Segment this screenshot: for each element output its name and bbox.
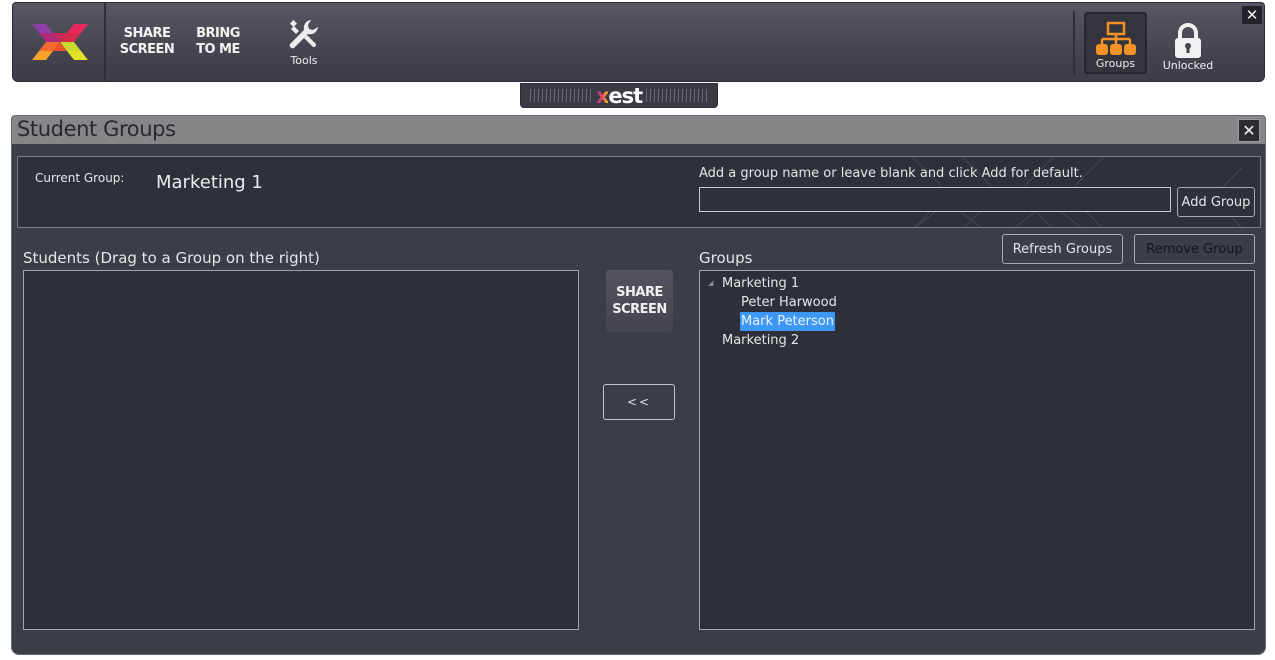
xest-brand-logo: xest xyxy=(595,83,643,108)
remove-group-button[interactable]: Remove Group xyxy=(1134,234,1255,264)
main-toolbar: SHARE SCREEN BRING TO ME Tools Groups Un… xyxy=(12,2,1265,82)
groups-tree[interactable]: ◢ Marketing 1 Peter Harwood Mark Peterso… xyxy=(699,270,1255,630)
share-screen-to-group-button[interactable]: SHARE SCREEN xyxy=(606,270,673,332)
tree-group-label[interactable]: Marketing 1 xyxy=(721,274,800,293)
share-screen-line1: SHARE xyxy=(123,26,171,41)
toolbar-close-button[interactable]: ✕ xyxy=(1242,6,1262,24)
share-screen-button[interactable]: SHARE SCREEN xyxy=(119,3,175,81)
refresh-groups-button[interactable]: Refresh Groups xyxy=(1002,234,1123,264)
unlocked-button[interactable]: Unlocked xyxy=(1156,12,1220,74)
xest-brand-text: est xyxy=(608,83,643,108)
dialog-title: Student Groups xyxy=(17,117,176,141)
add-group-hint: Add a group name or leave blank and clic… xyxy=(699,166,1083,181)
current-group-label: Current Group: xyxy=(35,171,125,185)
tree-member-label[interactable]: Peter Harwood xyxy=(740,293,838,312)
current-group-value: Marketing 1 xyxy=(156,172,263,193)
students-list[interactable] xyxy=(23,270,579,630)
groups-button[interactable]: Groups xyxy=(1084,12,1147,74)
grill-right xyxy=(646,89,709,102)
tools-label: Tools xyxy=(290,53,318,67)
tree-member[interactable]: Peter Harwood xyxy=(700,293,1254,312)
share-screen-line1: SHARE xyxy=(616,285,663,300)
dialog-close-button[interactable]: ✕ xyxy=(1238,119,1260,142)
add-group-panel: Current Group: Marketing 1 Add a group n… xyxy=(17,156,1261,228)
tree-group[interactable]: Marketing 2 xyxy=(700,331,1254,350)
tree-member-selected[interactable]: Mark Peterson xyxy=(700,312,1254,331)
share-screen-line2: SCREEN xyxy=(119,42,175,57)
bring-to-me-line1: BRING xyxy=(196,26,240,41)
add-group-button[interactable]: Add Group xyxy=(1177,187,1255,217)
xest-brand-x: x xyxy=(595,83,610,108)
xest-handle-tab[interactable]: xest xyxy=(520,83,718,108)
share-screen-label: SHARE SCREEN xyxy=(120,26,175,58)
tools-button[interactable]: Tools xyxy=(279,3,329,81)
tree-member-label[interactable]: Mark Peterson xyxy=(740,312,835,331)
students-label: Students (Drag to a Group on the right) xyxy=(23,249,320,267)
group-name-input[interactable] xyxy=(699,187,1171,212)
toolbar-divider xyxy=(1073,11,1075,75)
groups-label: Groups xyxy=(1095,57,1136,70)
wrench-screwdriver-icon xyxy=(289,19,318,48)
share-screen-line2: SCREEN xyxy=(612,302,667,317)
expand-collapse-icon[interactable]: ◢ xyxy=(708,274,713,293)
logo-cell xyxy=(13,3,106,81)
org-chart-icon xyxy=(1095,21,1136,55)
bring-to-me-button[interactable]: BRING TO ME xyxy=(193,3,243,81)
tree-group-label[interactable]: Marketing 2 xyxy=(721,331,800,350)
unlocked-label: Unlocked xyxy=(1162,59,1214,72)
bring-to-me-label: BRING TO ME xyxy=(196,26,240,58)
dialog-title-bar[interactable]: Student Groups ✕ xyxy=(12,116,1265,144)
xest-x-logo-icon xyxy=(32,24,88,60)
tree-group[interactable]: ◢ Marketing 1 xyxy=(700,274,1254,293)
bring-to-me-line2: TO ME xyxy=(196,42,240,57)
student-groups-dialog: Student Groups ✕ Current Group: Marketin… xyxy=(11,115,1266,655)
grill-left xyxy=(529,89,592,102)
unlocked-padlock-icon xyxy=(1175,23,1201,58)
move-to-students-button[interactable]: << xyxy=(603,384,675,420)
groups-label: Groups xyxy=(699,249,753,267)
